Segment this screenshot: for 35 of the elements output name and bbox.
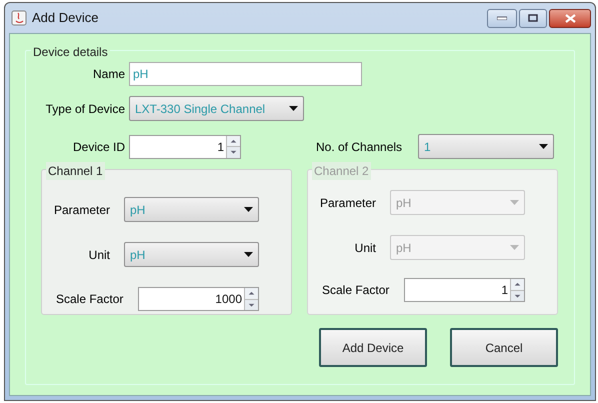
name-field[interactable]: pH — [129, 62, 362, 86]
caret-icon — [289, 106, 298, 111]
field-label: Device ID — [72, 138, 126, 156]
close-button[interactable] — [549, 8, 591, 28]
dropdown[interactable]: pH — [124, 242, 259, 267]
field-label: No. of Channels — [316, 138, 404, 156]
caret-icon — [244, 252, 253, 257]
field-label: Parameter — [318, 194, 377, 212]
window-title: Add Device — [32, 9, 98, 28]
dropdown[interactable]: pH — [124, 197, 259, 222]
restore-icon — [528, 14, 538, 22]
field-label: Unit — [88, 246, 111, 264]
field-label: Scale Factor — [55, 291, 124, 308]
caret-icon — [244, 207, 253, 212]
field-label: Name — [92, 66, 126, 82]
field-label: Parameter — [52, 202, 111, 218]
maximize-button[interactable] — [519, 8, 547, 28]
dropdown[interactable]: LXT-330 Single Channel — [129, 96, 304, 121]
close-icon — [564, 14, 576, 22]
caret-icon — [539, 144, 548, 149]
number-spinner[interactable]: 1000 — [138, 287, 259, 311]
dialog-button[interactable]: Add Device — [319, 328, 427, 367]
number-spinner[interactable]: 1 — [129, 134, 241, 158]
dialog-button[interactable]: Cancel — [450, 328, 558, 367]
field-label: Type of Device — [44, 100, 126, 118]
minimize-button[interactable] — [487, 8, 517, 28]
group-title: Channel 1 — [46, 162, 105, 180]
app-icon — [11, 10, 27, 26]
group-title: Channel 2 — [312, 162, 371, 180]
caret-icon — [510, 200, 519, 205]
field-label: Scale Factor — [321, 282, 390, 299]
caret-icon — [510, 245, 519, 250]
dropdown[interactable]: 1 — [418, 134, 554, 159]
field-label: Unit — [354, 240, 377, 256]
minimize-icon — [497, 16, 507, 20]
